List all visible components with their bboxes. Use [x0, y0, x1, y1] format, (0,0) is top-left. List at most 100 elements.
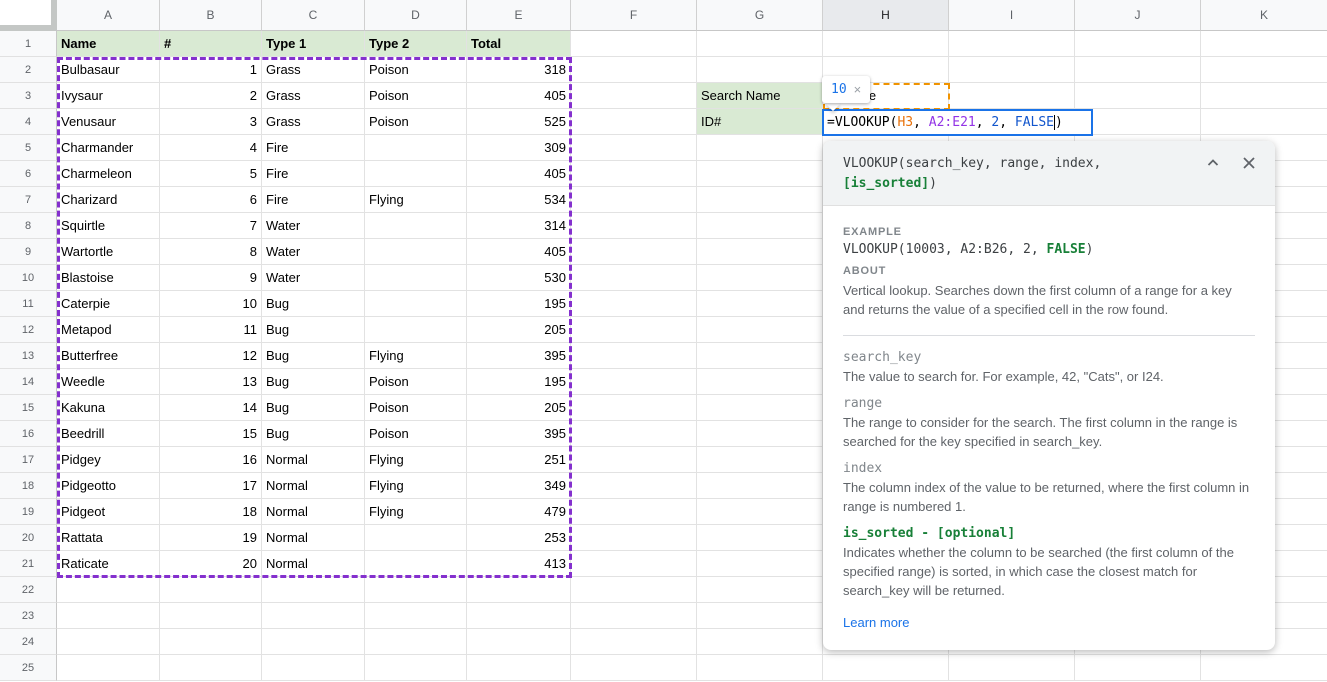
- cell-G5[interactable]: [697, 135, 823, 161]
- cell-A9[interactable]: Wartortle: [57, 239, 160, 265]
- cell-G10[interactable]: [697, 265, 823, 291]
- cell-G1[interactable]: [697, 31, 823, 57]
- cell-G18[interactable]: [697, 473, 823, 499]
- cell-E6[interactable]: 405: [467, 161, 571, 187]
- cell-C4[interactable]: Grass: [262, 109, 365, 135]
- cell-E18[interactable]: 349: [467, 473, 571, 499]
- cell-C12[interactable]: Bug: [262, 317, 365, 343]
- cell-B4[interactable]: 3: [160, 109, 262, 135]
- cell-F3[interactable]: [571, 83, 697, 109]
- cell-I25[interactable]: [949, 655, 1075, 681]
- cell-F12[interactable]: [571, 317, 697, 343]
- cell-C7[interactable]: Fire: [262, 187, 365, 213]
- cell-I3[interactable]: [949, 83, 1075, 109]
- cell-F1[interactable]: [571, 31, 697, 57]
- row-header-22[interactable]: 22: [0, 577, 57, 603]
- column-header-A[interactable]: A: [57, 0, 160, 31]
- cell-E16[interactable]: 395: [467, 421, 571, 447]
- cell-B3[interactable]: 2: [160, 83, 262, 109]
- cell-E22[interactable]: [467, 577, 571, 603]
- cell-B11[interactable]: 10: [160, 291, 262, 317]
- cell-E1[interactable]: Total: [467, 31, 571, 57]
- cell-A5[interactable]: Charmander: [57, 135, 160, 161]
- row-header-10[interactable]: 10: [0, 265, 57, 291]
- cell-B14[interactable]: 13: [160, 369, 262, 395]
- cell-G22[interactable]: [697, 577, 823, 603]
- cell-D14[interactable]: Poison: [365, 369, 467, 395]
- row-header-4[interactable]: 4: [0, 109, 57, 135]
- cell-A13[interactable]: Butterfree: [57, 343, 160, 369]
- cell-E8[interactable]: 314: [467, 213, 571, 239]
- cell-J2[interactable]: [1075, 57, 1201, 83]
- cell-A10[interactable]: Blastoise: [57, 265, 160, 291]
- cell-J3[interactable]: [1075, 83, 1201, 109]
- cell-G21[interactable]: [697, 551, 823, 577]
- cell-A8[interactable]: Squirtle: [57, 213, 160, 239]
- cell-A11[interactable]: Caterpie: [57, 291, 160, 317]
- cell-C25[interactable]: [262, 655, 365, 681]
- row-header-14[interactable]: 14: [0, 369, 57, 395]
- cell-K4[interactable]: [1201, 109, 1327, 135]
- cell-E7[interactable]: 534: [467, 187, 571, 213]
- cell-B1[interactable]: #: [160, 31, 262, 57]
- cell-A14[interactable]: Weedle: [57, 369, 160, 395]
- cell-F22[interactable]: [571, 577, 697, 603]
- cell-I1[interactable]: [949, 31, 1075, 57]
- cell-C24[interactable]: [262, 629, 365, 655]
- cell-D3[interactable]: Poison: [365, 83, 467, 109]
- cell-A1[interactable]: Name: [57, 31, 160, 57]
- cell-A25[interactable]: [57, 655, 160, 681]
- cell-D15[interactable]: Poison: [365, 395, 467, 421]
- cell-G2[interactable]: [697, 57, 823, 83]
- cell-F14[interactable]: [571, 369, 697, 395]
- row-header-25[interactable]: 25: [0, 655, 57, 681]
- cell-F25[interactable]: [571, 655, 697, 681]
- cell-D21[interactable]: [365, 551, 467, 577]
- cell-A6[interactable]: Charmeleon: [57, 161, 160, 187]
- cell-B23[interactable]: [160, 603, 262, 629]
- cell-D6[interactable]: [365, 161, 467, 187]
- cell-D11[interactable]: [365, 291, 467, 317]
- cell-F15[interactable]: [571, 395, 697, 421]
- cell-B25[interactable]: [160, 655, 262, 681]
- select-all-corner[interactable]: [0, 0, 57, 31]
- column-header-B[interactable]: B: [160, 0, 262, 31]
- cell-F10[interactable]: [571, 265, 697, 291]
- cell-A20[interactable]: Rattata: [57, 525, 160, 551]
- cell-D9[interactable]: [365, 239, 467, 265]
- cell-K2[interactable]: [1201, 57, 1327, 83]
- cell-B24[interactable]: [160, 629, 262, 655]
- cell-C23[interactable]: [262, 603, 365, 629]
- cell-C19[interactable]: Normal: [262, 499, 365, 525]
- cell-A21[interactable]: Raticate: [57, 551, 160, 577]
- cell-H25[interactable]: [823, 655, 949, 681]
- column-header-C[interactable]: C: [262, 0, 365, 31]
- cell-F13[interactable]: [571, 343, 697, 369]
- row-header-15[interactable]: 15: [0, 395, 57, 421]
- cell-E14[interactable]: 195: [467, 369, 571, 395]
- column-header-D[interactable]: D: [365, 0, 467, 31]
- cell-C9[interactable]: Water: [262, 239, 365, 265]
- cell-D16[interactable]: Poison: [365, 421, 467, 447]
- cell-B12[interactable]: 11: [160, 317, 262, 343]
- cell-E20[interactable]: 253: [467, 525, 571, 551]
- cell-E11[interactable]: 195: [467, 291, 571, 317]
- close-icon[interactable]: [1241, 155, 1257, 171]
- column-header-E[interactable]: E: [467, 0, 571, 31]
- cell-G8[interactable]: [697, 213, 823, 239]
- cell-B20[interactable]: 19: [160, 525, 262, 551]
- cell-D5[interactable]: [365, 135, 467, 161]
- column-header-J[interactable]: J: [1075, 0, 1201, 31]
- cell-E25[interactable]: [467, 655, 571, 681]
- cell-E15[interactable]: 205: [467, 395, 571, 421]
- cell-F24[interactable]: [571, 629, 697, 655]
- cell-F4[interactable]: [571, 109, 697, 135]
- formula-input[interactable]: =VLOOKUP(H3, A2:E21, 2, FALSE): [822, 109, 1093, 136]
- cell-K3[interactable]: [1201, 83, 1327, 109]
- cell-B2[interactable]: 1: [160, 57, 262, 83]
- cell-G3[interactable]: Search Name: [697, 83, 823, 109]
- cell-F7[interactable]: [571, 187, 697, 213]
- cell-G12[interactable]: [697, 317, 823, 343]
- cell-D18[interactable]: Flying: [365, 473, 467, 499]
- row-header-2[interactable]: 2: [0, 57, 57, 83]
